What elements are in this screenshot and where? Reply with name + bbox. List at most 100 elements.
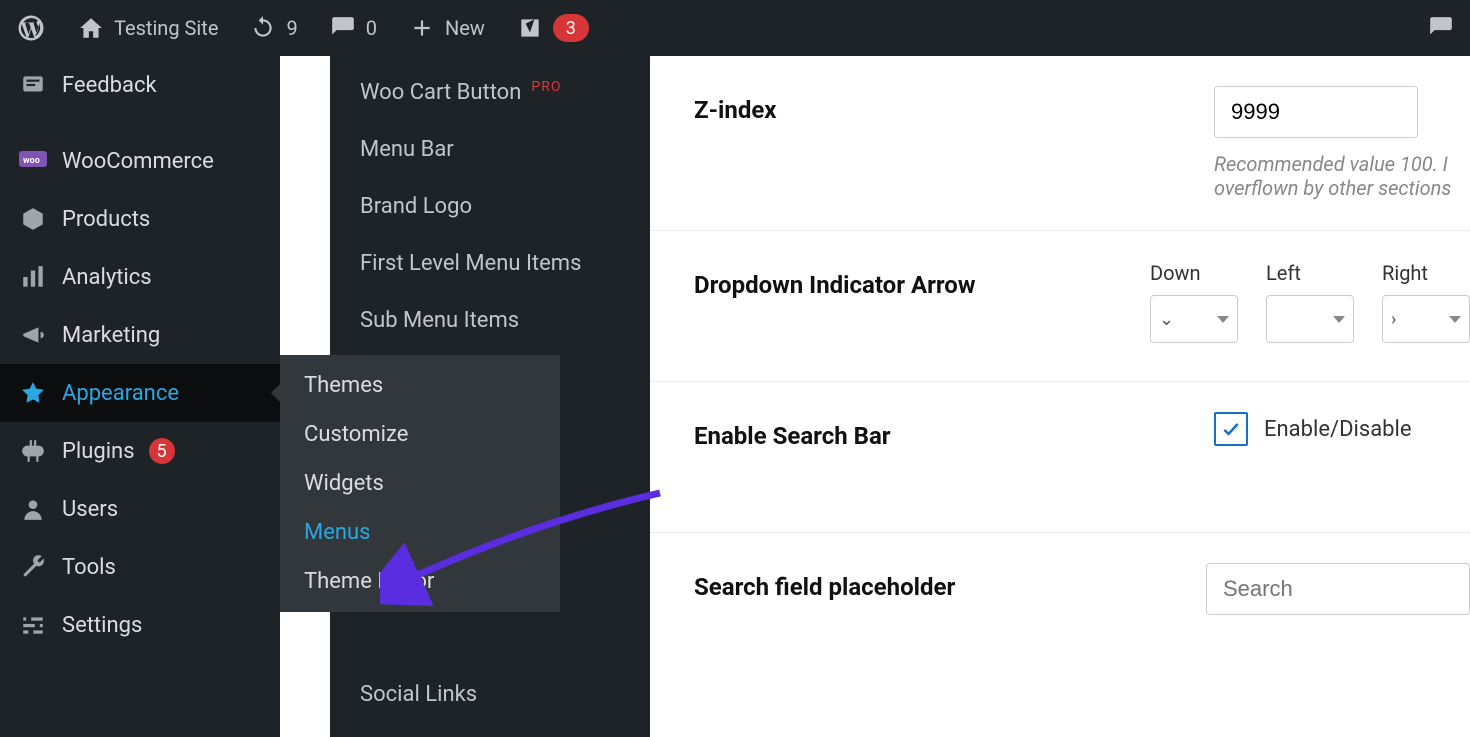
- sidebar-item-users[interactable]: Users: [0, 480, 280, 538]
- chevron-down-icon: [1449, 316, 1461, 323]
- dd-select-left[interactable]: [1266, 295, 1354, 343]
- pro-badge: PRO: [531, 79, 561, 95]
- sidebar-item-marketing[interactable]: Marketing: [0, 306, 280, 364]
- option-brand-logo[interactable]: Brand Logo: [330, 178, 650, 235]
- woo-icon: woo: [18, 146, 48, 176]
- plus-icon: [409, 15, 435, 41]
- tools-icon: [18, 552, 48, 582]
- option-label: Menu Bar: [360, 137, 454, 162]
- sidebar-item-label: Feedback: [62, 73, 157, 98]
- settings-content: Z-index Recommended value 100. I overflo…: [650, 56, 1470, 737]
- dd-glyph: ⌄: [1159, 309, 1174, 330]
- chevron-down-icon: [1333, 316, 1345, 323]
- yoast-icon: [517, 15, 543, 41]
- option-label: Sub Menu Items: [360, 308, 519, 333]
- setting-label: Search field placeholder: [694, 563, 1206, 601]
- site-link[interactable]: Testing Site: [62, 0, 234, 56]
- dd-select-down[interactable]: ⌄: [1150, 295, 1238, 343]
- plugins-icon: [18, 436, 48, 466]
- dd-col-left: Left: [1266, 261, 1354, 343]
- option-label: Woo Cart Button: [360, 80, 521, 105]
- comments-count: 0: [366, 16, 377, 40]
- sidebar-item-plugins[interactable]: Plugins 5: [0, 422, 280, 480]
- flyout-item-label: Customize: [304, 422, 408, 447]
- sidebar-item-label: WooCommerce: [62, 149, 214, 174]
- appearance-icon: [18, 378, 48, 408]
- sidebar-item-label: Products: [62, 207, 150, 232]
- sidebar-item-tools[interactable]: Tools: [0, 538, 280, 596]
- updates-count: 9: [286, 16, 297, 40]
- updates-link[interactable]: 9: [234, 0, 313, 56]
- appearance-flyout: Themes Customize Widgets Menus Theme Edi…: [280, 355, 560, 612]
- option-label: Brand Logo: [360, 194, 472, 219]
- sidebar-item-label: Settings: [62, 613, 142, 638]
- setting-label: Dropdown Indicator Arrow: [694, 261, 1150, 299]
- dd-select-right[interactable]: ›: [1382, 295, 1470, 343]
- search-placeholder-input[interactable]: [1206, 563, 1470, 615]
- sidebar-item-label: Plugins: [62, 439, 135, 464]
- yoast-link[interactable]: 3: [501, 0, 605, 56]
- flyout-item-menus[interactable]: Menus: [280, 508, 560, 557]
- sidebar-item-woocommerce[interactable]: woo WooCommerce: [0, 132, 280, 190]
- screen-help[interactable]: [1412, 0, 1470, 56]
- zindex-input[interactable]: [1214, 86, 1418, 138]
- sidebar-item-products[interactable]: Products: [0, 190, 280, 248]
- sidebar-item-settings[interactable]: Settings: [0, 596, 280, 654]
- dd-glyph: ›: [1391, 309, 1396, 330]
- yoast-count-badge: 3: [553, 14, 589, 42]
- check-icon: [1221, 419, 1241, 439]
- dd-head: Right: [1382, 261, 1470, 285]
- dd-head: Down: [1150, 261, 1238, 285]
- option-woo-cart-button[interactable]: Woo Cart Button PRO: [330, 64, 650, 121]
- plugins-count-badge: 5: [149, 438, 175, 464]
- zindex-description: Recommended value 100. I overflown by ot…: [1214, 152, 1470, 200]
- wp-logo[interactable]: [0, 0, 62, 56]
- setting-label: Z-index: [694, 86, 1214, 124]
- row-search-placeholder: Search field placeholder: [650, 533, 1470, 683]
- flyout-item-widgets[interactable]: Widgets: [280, 459, 560, 508]
- flyout-item-label: Theme Editor: [304, 569, 434, 594]
- sidebar-item-label: Marketing: [62, 323, 160, 348]
- new-link[interactable]: New: [393, 0, 501, 56]
- admin-sidebar: Feedback woo WooCommerce Products Analyt…: [0, 56, 280, 737]
- option-label: First Level Menu Items: [360, 251, 581, 276]
- flyout-item-label: Widgets: [304, 471, 384, 496]
- enable-search-checkbox[interactable]: [1214, 412, 1248, 446]
- flyout-item-theme-editor[interactable]: Theme Editor: [280, 557, 560, 606]
- setting-label: Enable Search Bar: [694, 412, 1214, 450]
- admin-bar: Testing Site 9 0 New 3: [0, 0, 1470, 56]
- row-dropdown-arrow: Dropdown Indicator Arrow Down ⌄ Left: [650, 231, 1470, 382]
- flyout-item-themes[interactable]: Themes: [280, 361, 560, 410]
- row-enable-search: Enable Search Bar Enable/Disable: [650, 382, 1470, 533]
- option-social-links[interactable]: Social Links: [330, 666, 650, 723]
- option-menu-bar[interactable]: Menu Bar: [330, 121, 650, 178]
- sidebar-item-label: Tools: [62, 555, 116, 580]
- home-icon: [78, 15, 104, 41]
- option-label: Social Links: [360, 682, 477, 707]
- sidebar-item-analytics[interactable]: Analytics: [0, 248, 280, 306]
- dd-head: Left: [1266, 261, 1354, 285]
- option-sub-menu-items[interactable]: Sub Menu Items: [330, 292, 650, 349]
- sidebar-item-feedback[interactable]: Feedback: [0, 56, 280, 114]
- flyout-item-label: Menus: [304, 520, 371, 545]
- flyout-item-label: Themes: [304, 373, 383, 398]
- users-icon: [18, 494, 48, 524]
- sidebar-item-label: Analytics: [62, 265, 152, 290]
- dd-col-right: Right ›: [1382, 261, 1470, 343]
- analytics-icon: [18, 262, 48, 292]
- sidebar-item-label: Users: [62, 497, 118, 522]
- chevron-down-icon: [1217, 316, 1229, 323]
- feedback-icon: [18, 70, 48, 100]
- settings-icon: [18, 610, 48, 640]
- row-zindex: Z-index Recommended value 100. I overflo…: [650, 56, 1470, 231]
- option-first-level-menu-items[interactable]: First Level Menu Items: [330, 235, 650, 292]
- svg-text:woo: woo: [23, 156, 40, 166]
- flyout-item-customize[interactable]: Customize: [280, 410, 560, 459]
- chat-icon: [1428, 15, 1454, 41]
- products-icon: [18, 204, 48, 234]
- checkbox-label: Enable/Disable: [1264, 417, 1412, 442]
- sidebar-item-appearance[interactable]: Appearance: [0, 364, 280, 422]
- site-title: Testing Site: [114, 16, 218, 40]
- wordpress-icon: [16, 13, 46, 43]
- comments-link[interactable]: 0: [314, 0, 393, 56]
